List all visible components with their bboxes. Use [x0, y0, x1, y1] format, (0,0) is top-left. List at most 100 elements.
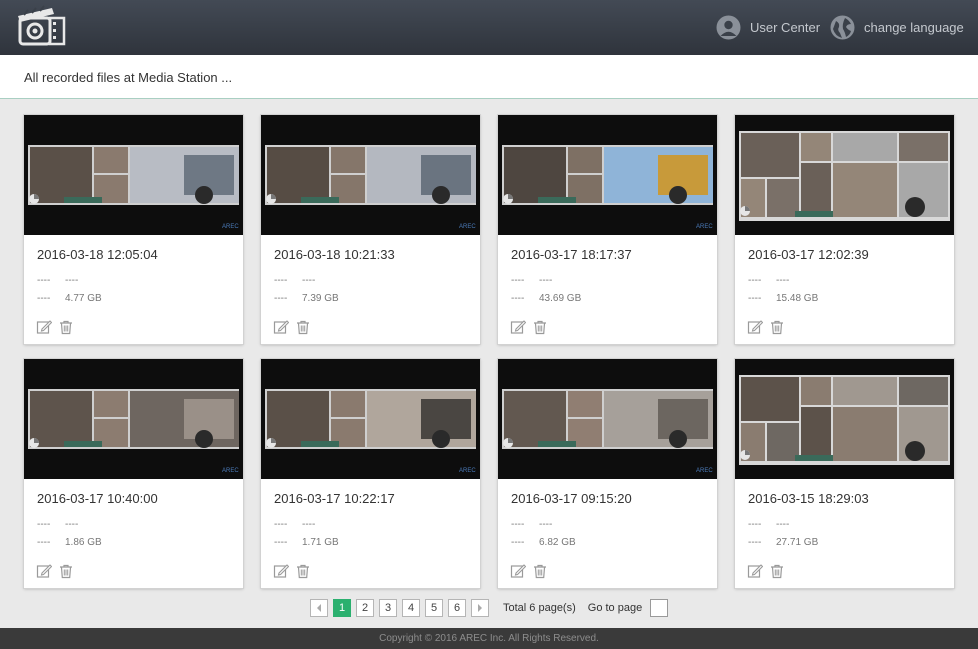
- svg-text:AREC: AREC: [459, 468, 476, 474]
- file-size: 4.77 GB: [65, 293, 102, 304]
- file-size: 7.39 GB: [302, 293, 339, 304]
- meta-placeholder: ----: [511, 519, 525, 530]
- file-size: 15.48 GB: [776, 293, 819, 304]
- page-button-4[interactable]: 4: [402, 599, 420, 617]
- goto-page-input[interactable]: [650, 599, 669, 617]
- video-thumbnail[interactable]: AREC: [498, 359, 717, 479]
- edit-icon[interactable]: [36, 563, 52, 579]
- recording-meta-line: ---- ----: [748, 275, 789, 286]
- recording-date: 2016-03-17 18:17:37: [511, 247, 632, 262]
- svg-text:AREC: AREC: [222, 224, 239, 230]
- page-button-2[interactable]: 2: [356, 599, 374, 617]
- recording-card[interactable]: AREC 2016-03-18 10:21:33 ---- ---- ---- 7.…: [261, 115, 480, 344]
- file-size: 6.82 GB: [539, 537, 576, 548]
- recordings-grid: AREC 2016-03-18 12:05:04 ---- ---- ---- 4.…: [0, 0, 978, 600]
- recording-meta-line: ---- ----: [37, 519, 78, 530]
- video-thumbnail[interactable]: AREC: [261, 115, 480, 235]
- meta-placeholder: ----: [37, 275, 51, 286]
- chevron-right-icon: [478, 604, 482, 612]
- trash-icon[interactable]: [295, 563, 311, 579]
- meta-placeholder: ----: [37, 519, 51, 530]
- recording-date: 2016-03-18 10:21:33: [274, 247, 395, 262]
- footer-copyright: Copyright © 2016 AREC Inc. All Rights Re…: [0, 628, 978, 649]
- recording-size-line: ---- 6.82 GB: [511, 537, 576, 548]
- recording-card[interactable]: 2016-03-17 12:02:39 ---- ---- ---- 15.48 G…: [735, 115, 954, 344]
- card-actions: [36, 563, 74, 579]
- svg-text:AREC: AREC: [222, 468, 239, 474]
- recording-card[interactable]: AREC 2016-03-17 10:40:00 ---- ---- ---- 1.…: [24, 359, 243, 588]
- svg-text:AREC: AREC: [696, 468, 713, 474]
- meta-placeholder: ----: [274, 519, 288, 530]
- meta-placeholder: ----: [776, 275, 790, 286]
- file-size: 27.71 GB: [776, 537, 819, 548]
- video-thumbnail[interactable]: AREC: [24, 115, 243, 235]
- meta-placeholder: ----: [511, 275, 525, 286]
- recording-card[interactable]: AREC 2016-03-17 09:15:20 ---- ---- ---- 6.…: [498, 359, 717, 588]
- meta-placeholder: ----: [748, 519, 762, 530]
- meta-placeholder: ----: [748, 537, 762, 548]
- video-thumbnail[interactable]: [735, 115, 954, 235]
- recording-card[interactable]: AREC 2016-03-17 18:17:37 ---- ---- ---- 43…: [498, 115, 717, 344]
- file-size: 43.69 GB: [539, 293, 582, 304]
- edit-icon[interactable]: [273, 319, 289, 335]
- trash-icon[interactable]: [295, 319, 311, 335]
- video-thumbnail[interactable]: [735, 359, 954, 479]
- meta-placeholder: ----: [539, 275, 553, 286]
- recording-meta-line: ---- ----: [37, 275, 78, 286]
- recording-size-line: ---- 7.39 GB: [274, 293, 339, 304]
- file-size: 1.86 GB: [65, 537, 102, 548]
- recording-meta-line: ---- ----: [274, 519, 315, 530]
- recording-date: 2016-03-17 09:15:20: [511, 491, 632, 506]
- page-button-3[interactable]: 3: [379, 599, 397, 617]
- trash-icon[interactable]: [58, 319, 74, 335]
- meta-placeholder: ----: [511, 537, 525, 548]
- meta-placeholder: ----: [302, 519, 316, 530]
- video-thumbnail[interactable]: AREC: [261, 359, 480, 479]
- trash-icon[interactable]: [532, 563, 548, 579]
- edit-icon[interactable]: [747, 563, 763, 579]
- recording-card[interactable]: AREC 2016-03-17 10:22:17 ---- ---- ---- 1.…: [261, 359, 480, 588]
- file-size: 1.71 GB: [302, 537, 339, 548]
- edit-icon[interactable]: [510, 563, 526, 579]
- recording-meta-line: ---- ----: [511, 275, 552, 286]
- meta-placeholder: ----: [748, 275, 762, 286]
- recording-card[interactable]: AREC 2016-03-18 12:05:04 ---- ---- ---- 4.…: [24, 115, 243, 344]
- meta-placeholder: ----: [37, 537, 51, 548]
- edit-icon[interactable]: [747, 319, 763, 335]
- pagination: 1 2 3 4 5 6 Total 6 page(s) Go to page: [310, 598, 669, 618]
- recording-size-line: ---- 1.71 GB: [274, 537, 339, 548]
- recording-size-line: ---- 4.77 GB: [37, 293, 102, 304]
- page-button-6[interactable]: 6: [448, 599, 466, 617]
- recording-date: 2016-03-17 10:22:17: [274, 491, 395, 506]
- trash-icon[interactable]: [769, 563, 785, 579]
- edit-icon[interactable]: [273, 563, 289, 579]
- recording-date: 2016-03-17 12:02:39: [748, 247, 869, 262]
- prev-page-button[interactable]: [310, 599, 328, 617]
- recording-date: 2016-03-18 12:05:04: [37, 247, 158, 262]
- page-button-5[interactable]: 5: [425, 599, 443, 617]
- meta-placeholder: ----: [274, 537, 288, 548]
- card-actions: [747, 319, 785, 335]
- trash-icon[interactable]: [532, 319, 548, 335]
- trash-icon[interactable]: [58, 563, 74, 579]
- recording-date: 2016-03-15 18:29:03: [748, 491, 869, 506]
- video-thumbnail[interactable]: AREC: [498, 115, 717, 235]
- recording-size-line: ---- 15.48 GB: [748, 293, 818, 304]
- meta-placeholder: ----: [65, 519, 79, 530]
- card-actions: [510, 563, 548, 579]
- recording-size-line: ---- 1.86 GB: [37, 537, 102, 548]
- page-button-1[interactable]: 1: [333, 599, 351, 617]
- trash-icon[interactable]: [769, 319, 785, 335]
- card-actions: [510, 319, 548, 335]
- card-actions: [36, 319, 74, 335]
- meta-placeholder: ----: [511, 293, 525, 304]
- edit-icon[interactable]: [510, 319, 526, 335]
- card-actions: [273, 563, 311, 579]
- video-thumbnail[interactable]: AREC: [24, 359, 243, 479]
- svg-text:AREC: AREC: [696, 224, 713, 230]
- recording-card[interactable]: 2016-03-15 18:29:03 ---- ---- ---- 27.71 G…: [735, 359, 954, 588]
- next-page-button[interactable]: [471, 599, 489, 617]
- edit-icon[interactable]: [36, 319, 52, 335]
- card-actions: [747, 563, 785, 579]
- meta-placeholder: ----: [302, 275, 316, 286]
